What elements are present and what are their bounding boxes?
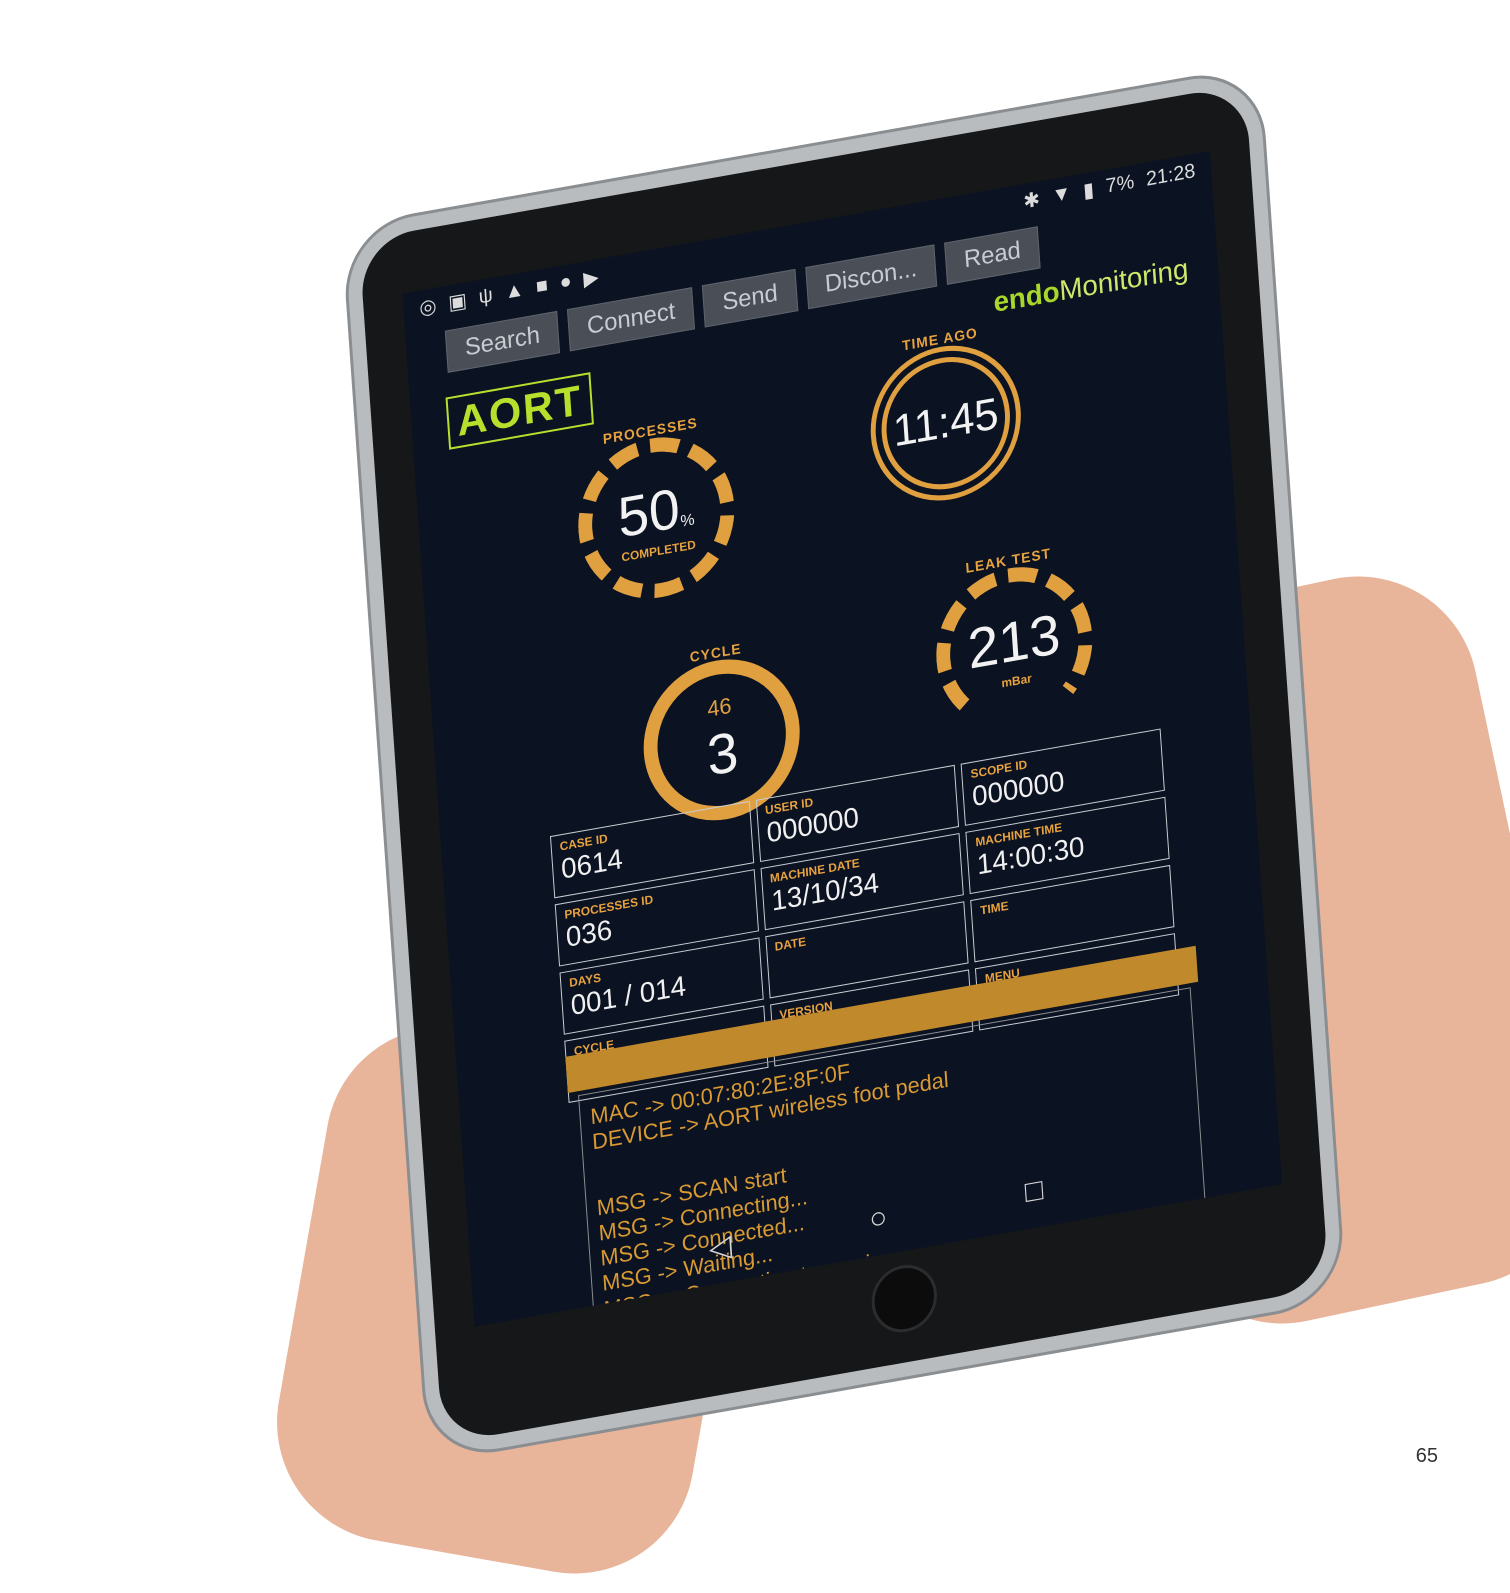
physical-home-button[interactable] [869, 1259, 940, 1338]
recents-icon[interactable]: □ [1024, 1173, 1044, 1211]
send-button[interactable]: Send [702, 269, 798, 328]
search-button[interactable]: Search [444, 310, 561, 373]
wifi-icon: ▼ [1050, 181, 1072, 207]
lock-icon: ■ [535, 273, 549, 298]
leak-test-ring: 213 mBar [930, 554, 1098, 741]
back-icon[interactable]: ◁ [708, 1228, 733, 1267]
warning-icon: ▲ [503, 277, 525, 304]
processes-value: 50 [615, 475, 682, 550]
brand-suffix: Monitoring [1058, 252, 1190, 307]
tablet-device: ◎ ▣ ψ ▲ ■ ● ▶ ✱ ▼ ▮ 7% 21:28 Search Conn… [343, 67, 1345, 1461]
time-ago-value: 11:45 [891, 388, 1001, 457]
brand-prefix: endo [992, 275, 1061, 319]
status-icons-right: ✱ ▼ ▮ 7% 21:28 [1023, 158, 1197, 213]
leak-test-gauge: LEAK TEST 213 mBar [930, 539, 1098, 741]
home-icon[interactable]: ○ [868, 1200, 888, 1238]
tablet-screen: ◎ ▣ ψ ▲ ■ ● ▶ ✱ ▼ ▮ 7% 21:28 Search Conn… [402, 151, 1283, 1327]
processes-ring: 50% COMPLETED [572, 424, 740, 611]
camera-icon: ◎ [418, 294, 438, 320]
disconnect-button[interactable]: Discon... [804, 244, 938, 310]
leak-test-value: 213 [965, 600, 1063, 681]
processes-unit: % [679, 510, 696, 531]
play-icon: ▶ [582, 265, 600, 291]
time-ago-ring: 11:45 [865, 333, 1026, 513]
connect-button[interactable]: Connect [566, 287, 696, 352]
cycle-value: 3 [705, 718, 741, 788]
bluetooth-icon: ✱ [1022, 187, 1041, 213]
battery-percent: 7% [1104, 170, 1135, 198]
page-number: 65 [1415, 1445, 1438, 1467]
status-time: 21:28 [1145, 159, 1197, 191]
time-ago-gauge: TIME AGO 11:45 [864, 318, 1026, 513]
image-icon: ▣ [447, 288, 468, 315]
read-button[interactable]: Read [944, 226, 1041, 285]
location-icon: ● [558, 269, 573, 294]
battery-icon: ▮ [1082, 178, 1095, 203]
usb-icon: ψ [477, 283, 494, 308]
processes-gauge: PROCESSES 50% COMPLETED [572, 409, 740, 611]
